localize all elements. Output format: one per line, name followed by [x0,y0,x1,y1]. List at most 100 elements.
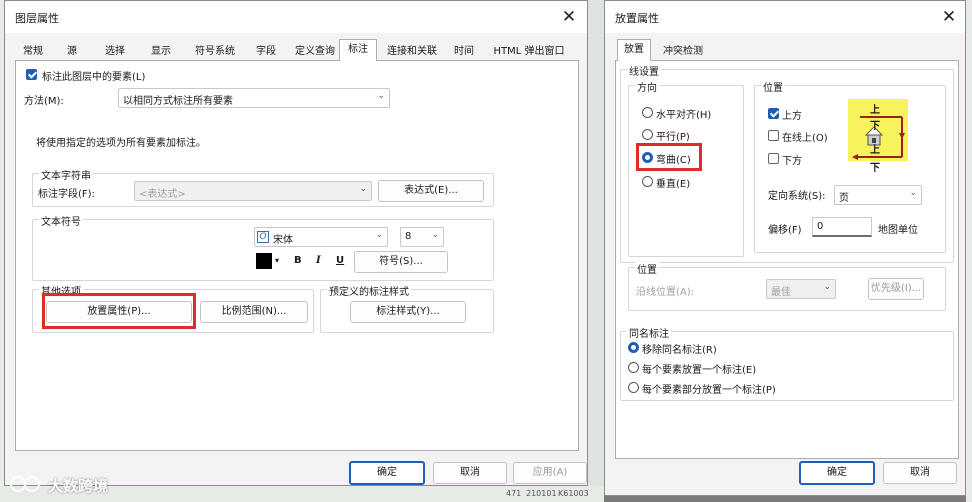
radio-label: 移除同名标注(R) [642,345,717,356]
map-number: 471 [506,489,522,498]
orientation-system-label: 定向系统(S): [768,191,826,202]
expression-button[interactable]: 表达式(E)... [378,180,484,202]
color-swatch[interactable] [256,253,272,269]
position-preview: 上 下 上 下 [848,99,908,174]
cancel-button[interactable]: 取消 [433,462,507,484]
below-checkbox[interactable] [768,153,779,164]
ok-button[interactable]: 确定 [799,461,875,485]
checkbox-label: 在线上(O) [782,133,828,144]
tab-bar: 常规 源 选择 显示 符号系统 字段 定义查询 标注 连接和关联 时间 HTML… [15,39,579,62]
title-bar: 放置属性 ✕ [605,1,965,33]
map-number: K61003 [558,489,589,498]
label-features-checkbox[interactable] [26,69,37,80]
method-select[interactable]: 以相同方式标注所有要素 ⌄ [118,88,390,108]
close-icon[interactable]: ✕ [935,5,963,29]
watermark: 大数跨境 [10,474,130,496]
ok-button[interactable]: 确定 [349,461,425,485]
tab-symbology[interactable]: 符号系统 [185,41,245,61]
radio-parallel[interactable] [642,129,653,140]
offset-label: 偏移(F) [768,225,802,236]
map-units-label: 地图单位 [878,225,918,236]
along-line-select[interactable]: 最佳 ⌄ [766,279,836,299]
highlight-box [636,143,702,171]
priority-button[interactable]: 优先级(I)... [868,278,924,300]
group-title: 文本符号 [39,213,83,228]
above-checkbox[interactable] [768,108,779,119]
tab-definition-query[interactable]: 定义查询 [287,41,343,61]
orientation-system-select[interactable]: 页 ⌄ [834,185,922,205]
bold-button[interactable]: B [294,255,302,266]
dialog-title: 放置属性 [615,12,659,25]
tab-joins-relates[interactable]: 连接和关联 [379,41,445,61]
offset-input[interactable]: 0 [812,217,872,237]
layer-properties-dialog: 图层属性 ✕ 常规 源 选择 显示 符号系统 字段 定义查询 标注 连接和关联 … [4,0,588,486]
placement-properties-dialog: 放置属性 ✕ 放置 冲突检测 线设置 方向 水平对齐(H) 平行(P) 弯曲(C… [604,0,966,496]
radio-perpendicular[interactable] [642,176,653,187]
tab-time[interactable]: 时间 [447,41,481,61]
tab-placement[interactable]: 放置 [617,39,651,62]
background-map-right [966,0,972,502]
labels-panel: 标注此图层中的要素(L) 方法(M): 以相同方式标注所有要素 ⌄ 将使用指定的… [15,61,579,451]
cancel-button[interactable]: 取消 [883,462,957,484]
background-map-middle [588,0,604,502]
color-dropdown-icon[interactable]: ▾ [275,256,279,265]
scale-range-button[interactable]: 比例范围(N)... [200,301,308,323]
label-styles-button[interactable]: 标注样式(Y)... [350,301,466,323]
checkbox-label: 上方 [782,111,802,122]
font-size-select[interactable]: 8 ⌄ [400,227,444,247]
tab-bar: 放置 冲突检测 [615,39,959,62]
info-text: 将使用指定的选项为所有要素加标注。 [36,138,206,149]
tab-fields[interactable]: 字段 [247,41,285,61]
method-value: 以相同方式标注所有要素 [123,96,233,107]
label-field-value: <表达式> [139,189,186,200]
label-features-label: 标注此图层中的要素(L) [42,72,146,83]
font-size-value: 8 [405,231,412,242]
tab-general[interactable]: 常规 [15,41,51,61]
label-field-select[interactable]: <表达式> ⌄ [134,181,372,201]
symbol-button[interactable]: 符号(S)... [354,251,448,273]
method-label: 方法(M): [24,96,64,107]
group-title: 预定义的标注样式 [327,283,411,298]
radio-label: 每个要素部分放置一个标注(P) [642,385,776,396]
font-type-icon: O [257,231,269,243]
watermark-text: 大数跨境 [48,477,109,495]
preview-below-label: 下 [870,121,880,132]
close-icon[interactable]: ✕ [555,5,583,29]
watermark-logo-icon [24,476,40,492]
orientation-system-value: 页 [839,193,849,204]
checkbox-label: 下方 [782,156,802,167]
tab-conflict-detection[interactable]: 冲突检测 [653,41,713,61]
group-title: 位置 [761,79,785,94]
tab-labels[interactable]: 标注 [339,39,377,62]
tab-display[interactable]: 显示 [139,41,183,61]
apply-button[interactable]: 应用(A) [513,462,587,484]
radio-label: 水平对齐(H) [656,110,712,121]
along-line-value: 最佳 [771,287,791,298]
chevron-down-icon: ⌄ [377,91,385,101]
preview-below-label: 下 [870,163,880,174]
chevron-down-icon: ⌄ [823,282,831,292]
radio-label: 垂直(E) [656,179,691,190]
label-field-label: 标注字段(F): [38,189,95,200]
chevron-down-icon: ⌄ [431,230,439,240]
title-bar: 图层属性 ✕ [5,1,587,33]
preview-above-label: 上 [870,105,880,116]
radio-one-per-part[interactable] [628,382,639,393]
underline-button[interactable]: U [336,255,344,266]
radio-remove-duplicates[interactable] [628,342,639,353]
radio-horizontal[interactable] [642,107,653,118]
radio-one-per-feature[interactable] [628,362,639,373]
on-line-checkbox[interactable] [768,130,779,141]
radio-label: 平行(P) [656,132,690,143]
tab-source[interactable]: 源 [55,41,89,61]
italic-button[interactable]: I [316,255,321,266]
chevron-down-icon: ⌄ [359,184,367,194]
tab-selection[interactable]: 选择 [93,41,137,61]
radio-label: 每个要素放置一个标注(E) [642,365,757,376]
group-title: 方向 [635,79,659,94]
chevron-down-icon: ⌄ [909,188,917,198]
dialog-title: 图层属性 [15,12,59,25]
font-value: 宋体 [273,235,293,246]
tab-html-popup[interactable]: HTML 弹出窗口 [483,41,575,61]
font-select[interactable]: O 宋体 ⌄ [254,227,388,247]
